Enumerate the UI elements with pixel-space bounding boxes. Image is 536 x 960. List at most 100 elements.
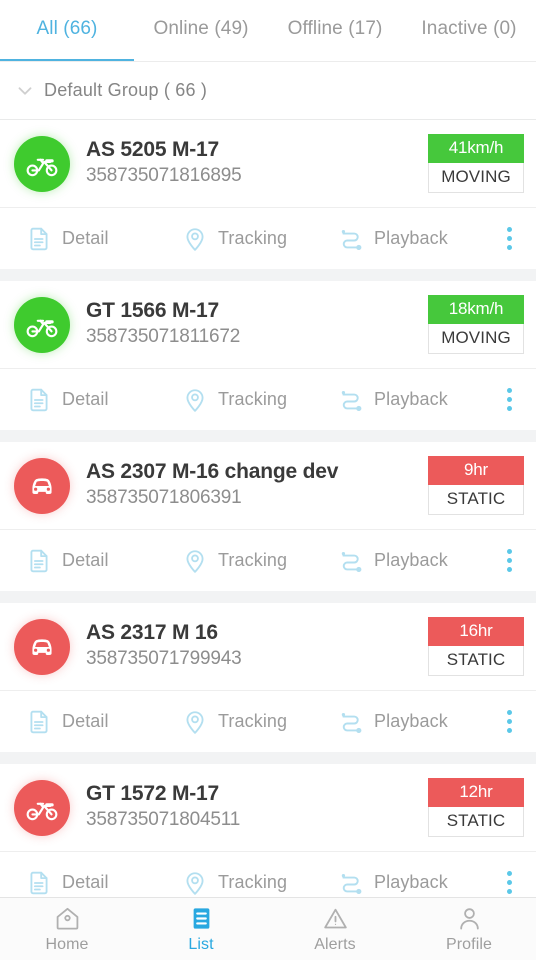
status-badge: 18km/h MOVING (428, 295, 524, 354)
vehicle-info: AS 2317 M 16 358735071799943 (86, 621, 428, 671)
badge-status: STATIC (428, 485, 524, 515)
playback-button[interactable]: Playback (338, 387, 494, 413)
vehicle-info: AS 2307 M-16 change dev 358735071806391 (86, 460, 428, 510)
document-icon (26, 709, 52, 735)
badge-value: 12hr (428, 778, 524, 807)
vehicle-imei: 358735071804511 (86, 809, 241, 831)
nav-item-list[interactable]: List (134, 898, 268, 960)
status-badge: 12hr STATIC (428, 778, 524, 837)
kebab-menu-icon[interactable] (494, 388, 524, 411)
tab-online[interactable]: Online (49) (134, 0, 268, 62)
list-icon (188, 905, 215, 933)
chevron-down-icon (14, 80, 36, 102)
playback-label: Playback (374, 389, 448, 409)
playback-button[interactable]: Playback (338, 709, 494, 735)
detail-label: Detail (62, 389, 109, 409)
detail-button[interactable]: Detail (26, 226, 182, 252)
vehicle-name: GT 1566 M-17 (86, 299, 219, 323)
detail-label: Detail (62, 872, 109, 892)
playback-label: Playback (374, 711, 448, 731)
bottom-navigation: Home List Alerts Profile (0, 897, 536, 960)
vehicle-summary[interactable]: GT 1566 M-17 358735071811672 18km/h MOVING (0, 281, 536, 368)
tab-inactive[interactable]: Inactive (0) (402, 0, 536, 62)
status-badge: 16hr STATIC (428, 617, 524, 676)
vehicle-card[interactable]: AS 5205 M-17 358735071816895 41km/h MOVING D… (0, 120, 536, 269)
vehicle-name: AS 2307 M-16 change dev (86, 460, 339, 484)
map-pin-icon (182, 709, 208, 735)
vehicle-imei: 358735071806391 (86, 487, 242, 509)
route-icon (338, 870, 364, 896)
tracking-label: Tracking (218, 389, 288, 409)
home-icon (54, 905, 81, 933)
status-filter-tabs: All (66) Online (49) Offline (17) Inactive … (0, 0, 536, 62)
tracking-label: Tracking (218, 711, 288, 731)
playback-label: Playback (374, 228, 448, 248)
nav-item-alerts[interactable]: Alerts (268, 898, 402, 960)
tracking-button[interactable]: Tracking (182, 709, 338, 735)
vehicle-summary[interactable]: GT 1572 M-17 358735071804511 12hr STATIC (0, 764, 536, 851)
motorcycle-icon (14, 135, 70, 192)
vehicle-name: AS 2317 M 16 (86, 621, 218, 645)
route-icon (338, 226, 364, 252)
badge-value: 41km/h (428, 134, 524, 163)
vehicle-list[interactable]: AS 5205 M-17 358735071816895 41km/h MOVING D… (0, 120, 536, 960)
kebab-menu-icon[interactable] (494, 710, 524, 733)
alert-triangle-icon (322, 905, 349, 933)
card-action-row: Detail Tracking Playback (0, 207, 536, 269)
nav-item-profile[interactable]: Profile (402, 898, 536, 960)
motorcycle-icon (14, 779, 70, 836)
vehicle-card[interactable]: GT 1566 M-17 358735071811672 18km/h MOVING D… (0, 281, 536, 430)
vehicle-card[interactable]: GT 1572 M-17 358735071804511 12hr STATIC Det… (0, 764, 536, 913)
nav-label: Alerts (314, 935, 356, 953)
vehicle-summary[interactable]: AS 2317 M 16 358735071799943 16hr STATIC (0, 603, 536, 690)
nav-label: Profile (445, 935, 493, 953)
detail-label: Detail (62, 711, 109, 731)
tracking-button[interactable]: Tracking (182, 870, 338, 896)
route-icon (338, 548, 364, 574)
card-action-row: Detail Tracking Playback (0, 368, 536, 430)
tracking-button[interactable]: Tracking (182, 548, 338, 574)
document-icon (26, 387, 52, 413)
tracking-button[interactable]: Tracking (182, 226, 338, 252)
playback-label: Playback (374, 550, 448, 570)
detail-button[interactable]: Detail (26, 709, 182, 735)
status-badge: 41km/h MOVING (428, 134, 524, 193)
vehicle-summary[interactable]: AS 5205 M-17 358735071816895 41km/h MOVING (0, 120, 536, 207)
badge-status: STATIC (428, 807, 524, 837)
group-header[interactable]: Default Group ( 66 ) (0, 62, 536, 120)
vehicle-info: AS 5205 M-17 358735071816895 (86, 138, 428, 188)
kebab-menu-icon[interactable] (494, 227, 524, 250)
detail-button[interactable]: Detail (26, 870, 182, 896)
vehicle-name: GT 1572 M-17 (86, 782, 219, 806)
detail-button[interactable]: Detail (26, 387, 182, 413)
badge-value: 16hr (428, 617, 524, 646)
route-icon (338, 709, 364, 735)
vehicle-card[interactable]: AS 2317 M 16 358735071799943 16hr STATIC Det… (0, 603, 536, 752)
kebab-menu-icon[interactable] (494, 549, 524, 572)
car-icon (14, 618, 70, 675)
tab-offline[interactable]: Offline (17) (268, 0, 402, 62)
map-pin-icon (182, 548, 208, 574)
vehicle-summary[interactable]: AS 2307 M-16 change dev 358735071806391 9h… (0, 442, 536, 529)
motorcycle-icon (14, 296, 70, 353)
playback-button[interactable]: Playback (338, 226, 494, 252)
vehicle-imei: 358735071816895 (86, 165, 242, 187)
nav-item-home[interactable]: Home (0, 898, 134, 960)
route-icon (338, 387, 364, 413)
vehicle-card[interactable]: AS 2307 M-16 change dev 358735071806391 9h… (0, 442, 536, 591)
vehicle-imei: 358735071811672 (86, 326, 241, 348)
detail-button[interactable]: Detail (26, 548, 182, 574)
detail-label: Detail (62, 228, 109, 248)
document-icon (26, 548, 52, 574)
map-pin-icon (182, 387, 208, 413)
map-pin-icon (182, 226, 208, 252)
playback-button[interactable]: Playback (338, 548, 494, 574)
badge-value: 18km/h (428, 295, 524, 324)
group-label: Default Group ( 66 ) (44, 80, 208, 100)
document-icon (26, 226, 52, 252)
tracking-label: Tracking (218, 228, 288, 248)
tracking-button[interactable]: Tracking (182, 387, 338, 413)
playback-button[interactable]: Playback (338, 870, 494, 896)
tab-all[interactable]: All (66) (0, 0, 134, 62)
kebab-menu-icon[interactable] (494, 871, 524, 894)
